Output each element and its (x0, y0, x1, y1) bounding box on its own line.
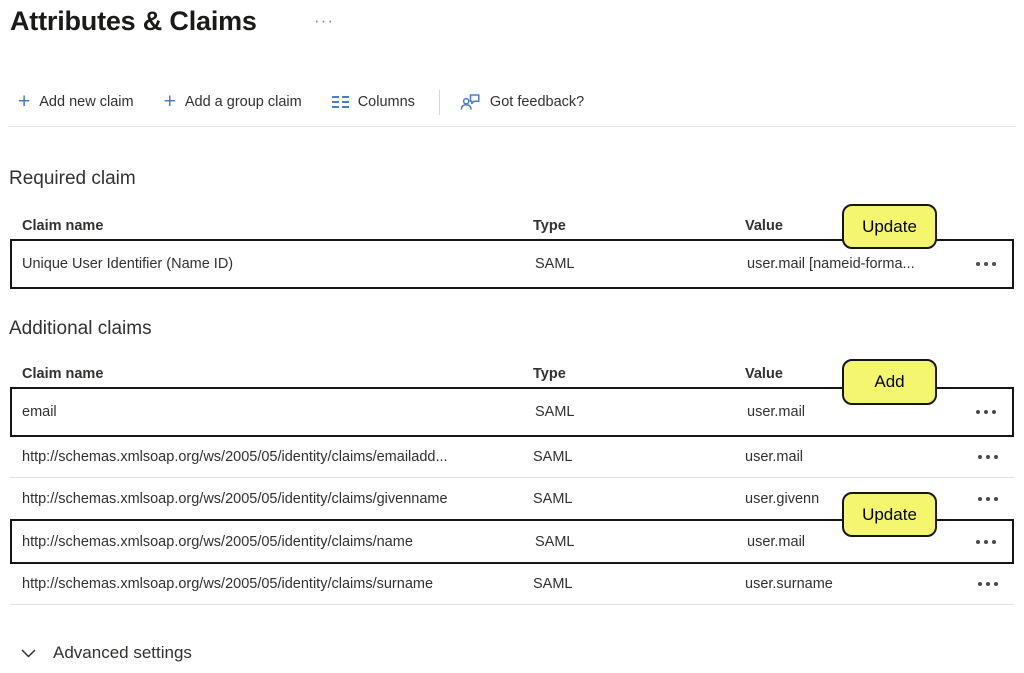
value-cell: user.surname (745, 576, 958, 592)
row-context-menu-button[interactable] (976, 404, 996, 420)
title-ellipsis-menu[interactable]: ··· (314, 12, 334, 29)
table-row-emailaddress[interactable]: http://schemas.xmlsoap.org/ws/2005/05/id… (10, 437, 1014, 478)
chevron-down-icon (21, 649, 36, 658)
command-bar: + Add new claim + Add a group claim Colu… (16, 86, 612, 118)
row-context-menu-button[interactable] (976, 534, 996, 550)
add-group-claim-button[interactable]: + Add a group claim (162, 90, 304, 114)
add-group-claim-label: Add a group claim (185, 94, 302, 110)
type-cell: SAML (533, 491, 745, 507)
table-row-surname[interactable]: http://schemas.xmlsoap.org/ws/2005/05/id… (10, 564, 1014, 605)
columns-label: Columns (358, 94, 415, 110)
advanced-settings-toggle[interactable]: Advanced settings (21, 643, 192, 663)
type-cell: SAML (533, 576, 745, 592)
row-context-menu-button[interactable] (978, 576, 998, 592)
column-header-type: Type (533, 218, 745, 234)
type-cell: SAML (533, 449, 745, 465)
annotation-note-update-required: Update (842, 204, 937, 249)
got-feedback-label: Got feedback? (490, 94, 584, 110)
value-cell: user.mail (745, 449, 958, 465)
add-new-claim-button[interactable]: + Add new claim (16, 90, 136, 114)
value-cell: user.mail (747, 404, 956, 420)
toolbar-divider (439, 90, 440, 115)
claim-name-cell: http://schemas.xmlsoap.org/ws/2005/05/id… (10, 576, 533, 592)
column-header-type: Type (533, 366, 745, 382)
value-cell: user.mail [nameid-forma... (747, 256, 956, 272)
add-new-claim-label: Add new claim (39, 94, 133, 110)
column-header-claim-name: Claim name (10, 366, 533, 382)
required-claim-heading: Required claim (9, 168, 136, 190)
advanced-settings-label: Advanced settings (53, 643, 192, 663)
column-header-claim-name: Claim name (10, 218, 533, 234)
got-feedback-button[interactable]: Got feedback? (458, 89, 586, 115)
annotation-note-update-name: Update (842, 492, 937, 537)
feedback-icon (460, 93, 481, 111)
claim-name-cell: email (12, 404, 535, 420)
claim-name-cell: http://schemas.xmlsoap.org/ws/2005/05/id… (10, 491, 533, 507)
toolbar-underline (8, 126, 1016, 127)
plus-icon: + (18, 94, 30, 110)
row-context-menu-button[interactable] (978, 491, 998, 507)
plus-icon: + (164, 94, 176, 110)
claim-name-cell: http://schemas.xmlsoap.org/ws/2005/05/id… (10, 449, 533, 465)
row-context-menu-button[interactable] (976, 256, 996, 272)
attributes-claims-page: Attributes & Claims ··· + Add new claim … (0, 0, 1024, 673)
additional-claims-heading: Additional claims (9, 318, 152, 340)
type-cell: SAML (535, 256, 747, 272)
columns-icon (332, 95, 349, 109)
annotation-note-add: Add (842, 359, 937, 405)
claim-name-cell: http://schemas.xmlsoap.org/ws/2005/05/id… (12, 534, 535, 550)
columns-button[interactable]: Columns (330, 90, 417, 114)
row-context-menu-button[interactable] (978, 449, 998, 465)
claim-name-cell: Unique User Identifier (Name ID) (12, 256, 535, 272)
page-title: Attributes & Claims (10, 6, 257, 37)
type-cell: SAML (535, 534, 747, 550)
type-cell: SAML (535, 404, 747, 420)
